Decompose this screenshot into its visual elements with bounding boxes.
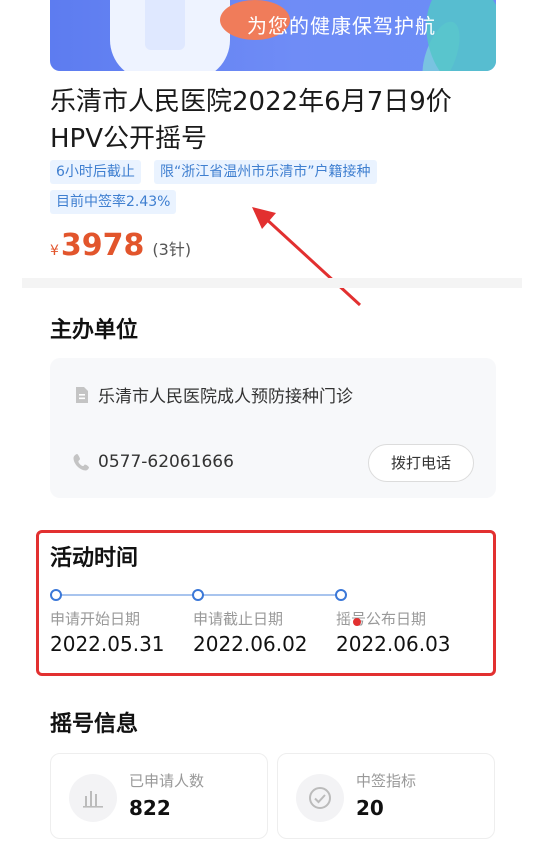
price-amount: 3978 — [60, 228, 145, 263]
applicants-label: 已申请人数 — [129, 772, 205, 790]
schedule-timeline — [50, 588, 350, 602]
doctor-illustration — [110, 0, 290, 71]
residency-tag: 限“浙江省温州市乐清市”户籍接种 — [154, 160, 377, 184]
deadline-tag: 6小时后截止 — [50, 160, 141, 184]
price-unit: (3针) — [152, 240, 192, 259]
timeline-dot — [335, 589, 347, 601]
schedule-deadline-date: 2022.06.02 — [193, 632, 308, 656]
schedule-announce-label: 摇号公布日期 — [336, 610, 427, 628]
quota-card: 中签指标 20 — [277, 753, 495, 839]
organizer-name-row: 乐清市人民医院成人预防接种门诊 — [72, 382, 353, 407]
price: ¥ 3978 (3针) — [50, 228, 191, 264]
call-button[interactable]: 拨打电话 — [368, 444, 474, 482]
schedule-start-label: 申请开始日期 — [50, 610, 141, 628]
check-circle-icon — [296, 774, 344, 822]
schedule-section-title: 活动时间 — [50, 546, 139, 571]
annotation-dot — [353, 618, 361, 626]
organizer-section-title: 主办单位 — [50, 318, 139, 343]
section-divider — [22, 278, 522, 288]
timeline-dot — [192, 589, 204, 601]
phone-icon — [73, 454, 89, 471]
schedule-announce-date: 2022.06.03 — [336, 632, 451, 656]
timeline-dot — [50, 589, 62, 601]
organizer-phone-row: 0577-62061666 — [72, 452, 234, 472]
banner-slogan: 为您的健康保驾护航 — [247, 14, 436, 38]
quota-label: 中签指标 — [356, 772, 417, 790]
win-rate-tag: 目前中签率2.43% — [50, 190, 177, 214]
lottery-section-title: 摇号信息 — [50, 712, 139, 737]
event-title: 乐清市人民医院2022年6月7日9价HPV公开摇号 — [50, 87, 452, 154]
currency-symbol: ¥ — [50, 243, 59, 259]
applicants-value: 822 — [129, 796, 171, 820]
organizer-phone: 0577-62061666 — [98, 452, 234, 472]
applicants-card: 已申请人数 822 — [50, 753, 268, 839]
organizer-name: 乐清市人民医院成人预防接种门诊 — [98, 387, 353, 407]
bar-chart-icon — [69, 774, 117, 822]
document-icon — [76, 386, 88, 403]
organizer-card: 乐清市人民医院成人预防接种门诊 0577-62061666 拨打电话 — [50, 358, 496, 498]
schedule-deadline-label: 申请截止日期 — [193, 610, 284, 628]
schedule-start-date: 2022.05.31 — [50, 632, 165, 656]
quota-value: 20 — [356, 796, 384, 820]
annotation-arrow — [252, 207, 362, 307]
promo-banner: 为您的健康保驾护航 — [50, 0, 496, 71]
